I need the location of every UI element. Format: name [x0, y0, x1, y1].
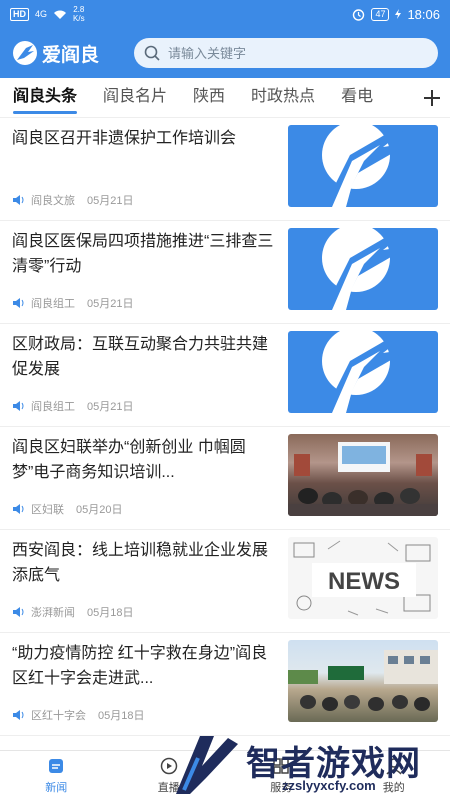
news-source: 阎良文旅 [31, 195, 75, 207]
speaker-icon[interactable] [13, 504, 25, 514]
watermark-logo-icon [176, 736, 238, 794]
network-speed-value: 2.8 [73, 5, 85, 14]
logo-thumbnail-icon [322, 125, 410, 207]
app-logo[interactable]: 爱阎良 [12, 40, 134, 67]
network-speed-unit: K/s [73, 14, 85, 23]
speaker-icon[interactable] [13, 401, 25, 411]
news-meta: 阎良文旅 05月21日 [13, 192, 133, 208]
logo-thumbnail-icon [322, 228, 410, 310]
news-date: 05月21日 [87, 195, 134, 207]
news-meta: 阎良组工 05月21日 [13, 295, 133, 311]
news-list: 阎良区召开非遗保护工作培训会 阎良文旅 05月21日 阎良区医保局四项措施推进“… [0, 118, 450, 750]
news-title: 阎良区医保局四项措施推进“三排查三清零”行动 [12, 233, 274, 275]
list-item[interactable]: 区财政局：互联互动聚合力共驻共建促发展 阎良组工 05月21日 [0, 324, 450, 427]
news-source: 阎良组工 [31, 401, 75, 413]
news-thumbnail [288, 228, 438, 310]
news-meta: 澎湃新闻 05月18日 [13, 604, 133, 620]
logo-thumbnail-icon [322, 331, 410, 413]
news-thumbnail [288, 331, 438, 413]
news-source: 区红十字会 [31, 710, 86, 722]
list-item[interactable]: “助力疫情防控 红十字救在身边”阎良区红十字会走进武... 区红十字会 05月1… [0, 633, 450, 736]
logo-icon [13, 41, 37, 65]
list-item[interactable]: 西安阎良：线上培训稳就业企业发展添底气 澎湃新闻 05月18日 NEWS [0, 530, 450, 633]
tab-tv[interactable]: 看电 [328, 78, 386, 117]
clock: 18:06 [407, 6, 440, 22]
news-graphic: NEWS [293, 540, 431, 616]
signal-indicator: 4G [35, 9, 48, 19]
news-title: “助力疫情防控 红十字救在身边”阎良区红十字会走进武... [12, 645, 268, 687]
speaker-icon[interactable] [13, 607, 25, 617]
news-title: 西安阎良：线上培训稳就业企业发展添底气 [12, 542, 269, 584]
status-bar: HD 4G 2.8 K/s 47 18:06 [0, 0, 450, 28]
news-thumbnail: NEWS [288, 537, 438, 619]
alarm-icon [353, 8, 365, 21]
tab-shaanxi[interactable]: 陕西 [180, 78, 238, 117]
news-graphic-text: NEWS [328, 568, 400, 595]
news-meta: 阎良组工 05月21日 [13, 398, 133, 414]
speaker-icon[interactable] [13, 298, 25, 308]
news-meta: 区妇联 05月20日 [13, 501, 122, 517]
search-icon [144, 45, 160, 61]
tab-politics[interactable]: 时政热点 [238, 78, 328, 117]
news-title: 阎良区召开非遗保护工作培训会 [12, 130, 237, 147]
meeting-photo [288, 442, 438, 516]
news-thumbnail [288, 434, 438, 516]
news-thumbnail [288, 125, 438, 207]
charging-icon [395, 9, 402, 19]
tab-yanliang-card[interactable]: 阎良名片 [90, 78, 180, 117]
news-icon [49, 759, 64, 773]
news-source: 区妇联 [31, 504, 64, 516]
news-source: 阎良组工 [31, 298, 75, 310]
add-tab-button[interactable] [414, 78, 450, 117]
list-item[interactable]: 阎良区妇联举办“创新创业 巾帼圆梦”电子商务知识培训... 区妇联 05月20日 [0, 427, 450, 530]
list-item[interactable]: 阎良区医保局四项措施推进“三排查三清零”行动 阎良组工 05月21日 [0, 221, 450, 324]
category-tabs: 阎良头条 阎良名片 陕西 时政热点 看电 [0, 78, 450, 118]
news-date: 05月21日 [87, 401, 134, 413]
app-name: 爱阎良 [42, 44, 100, 66]
news-title: 阎良区妇联举办“创新创业 巾帼圆梦”电子商务知识培训... [12, 439, 246, 481]
app-header: 爱阎良 [0, 28, 450, 78]
speaker-icon[interactable] [13, 195, 25, 205]
outdoor-photo [288, 650, 438, 711]
network-speed: 2.8 K/s [73, 5, 85, 23]
news-date: 05月18日 [98, 710, 145, 722]
plus-icon [424, 90, 440, 106]
search-bar[interactable] [134, 38, 438, 68]
speaker-icon[interactable] [13, 710, 25, 720]
battery-level: 47 [371, 7, 390, 21]
nav-news[interactable]: 新闻 [0, 751, 113, 800]
news-date: 05月20日 [76, 504, 123, 516]
news-title: 区财政局：互联互动聚合力共驻共建促发展 [12, 336, 269, 378]
wifi-icon [54, 10, 67, 19]
watermark: 智者游戏网 zzslyyxcfy.com [170, 730, 450, 800]
news-meta: 区红十字会 05月18日 [13, 707, 144, 723]
news-date: 05月18日 [87, 607, 134, 619]
news-thumbnail [288, 640, 438, 722]
news-date: 05月21日 [87, 298, 134, 310]
search-input[interactable] [168, 45, 428, 61]
list-item[interactable]: 阎良区召开非遗保护工作培训会 阎良文旅 05月21日 [0, 118, 450, 221]
news-source: 澎湃新闻 [31, 607, 75, 619]
nav-news-label: 新闻 [45, 782, 68, 794]
tab-headlines[interactable]: 阎良头条 [0, 78, 90, 117]
watermark-url: zzslyyxcfy.com [282, 778, 376, 793]
hd-indicator: HD [10, 7, 29, 21]
